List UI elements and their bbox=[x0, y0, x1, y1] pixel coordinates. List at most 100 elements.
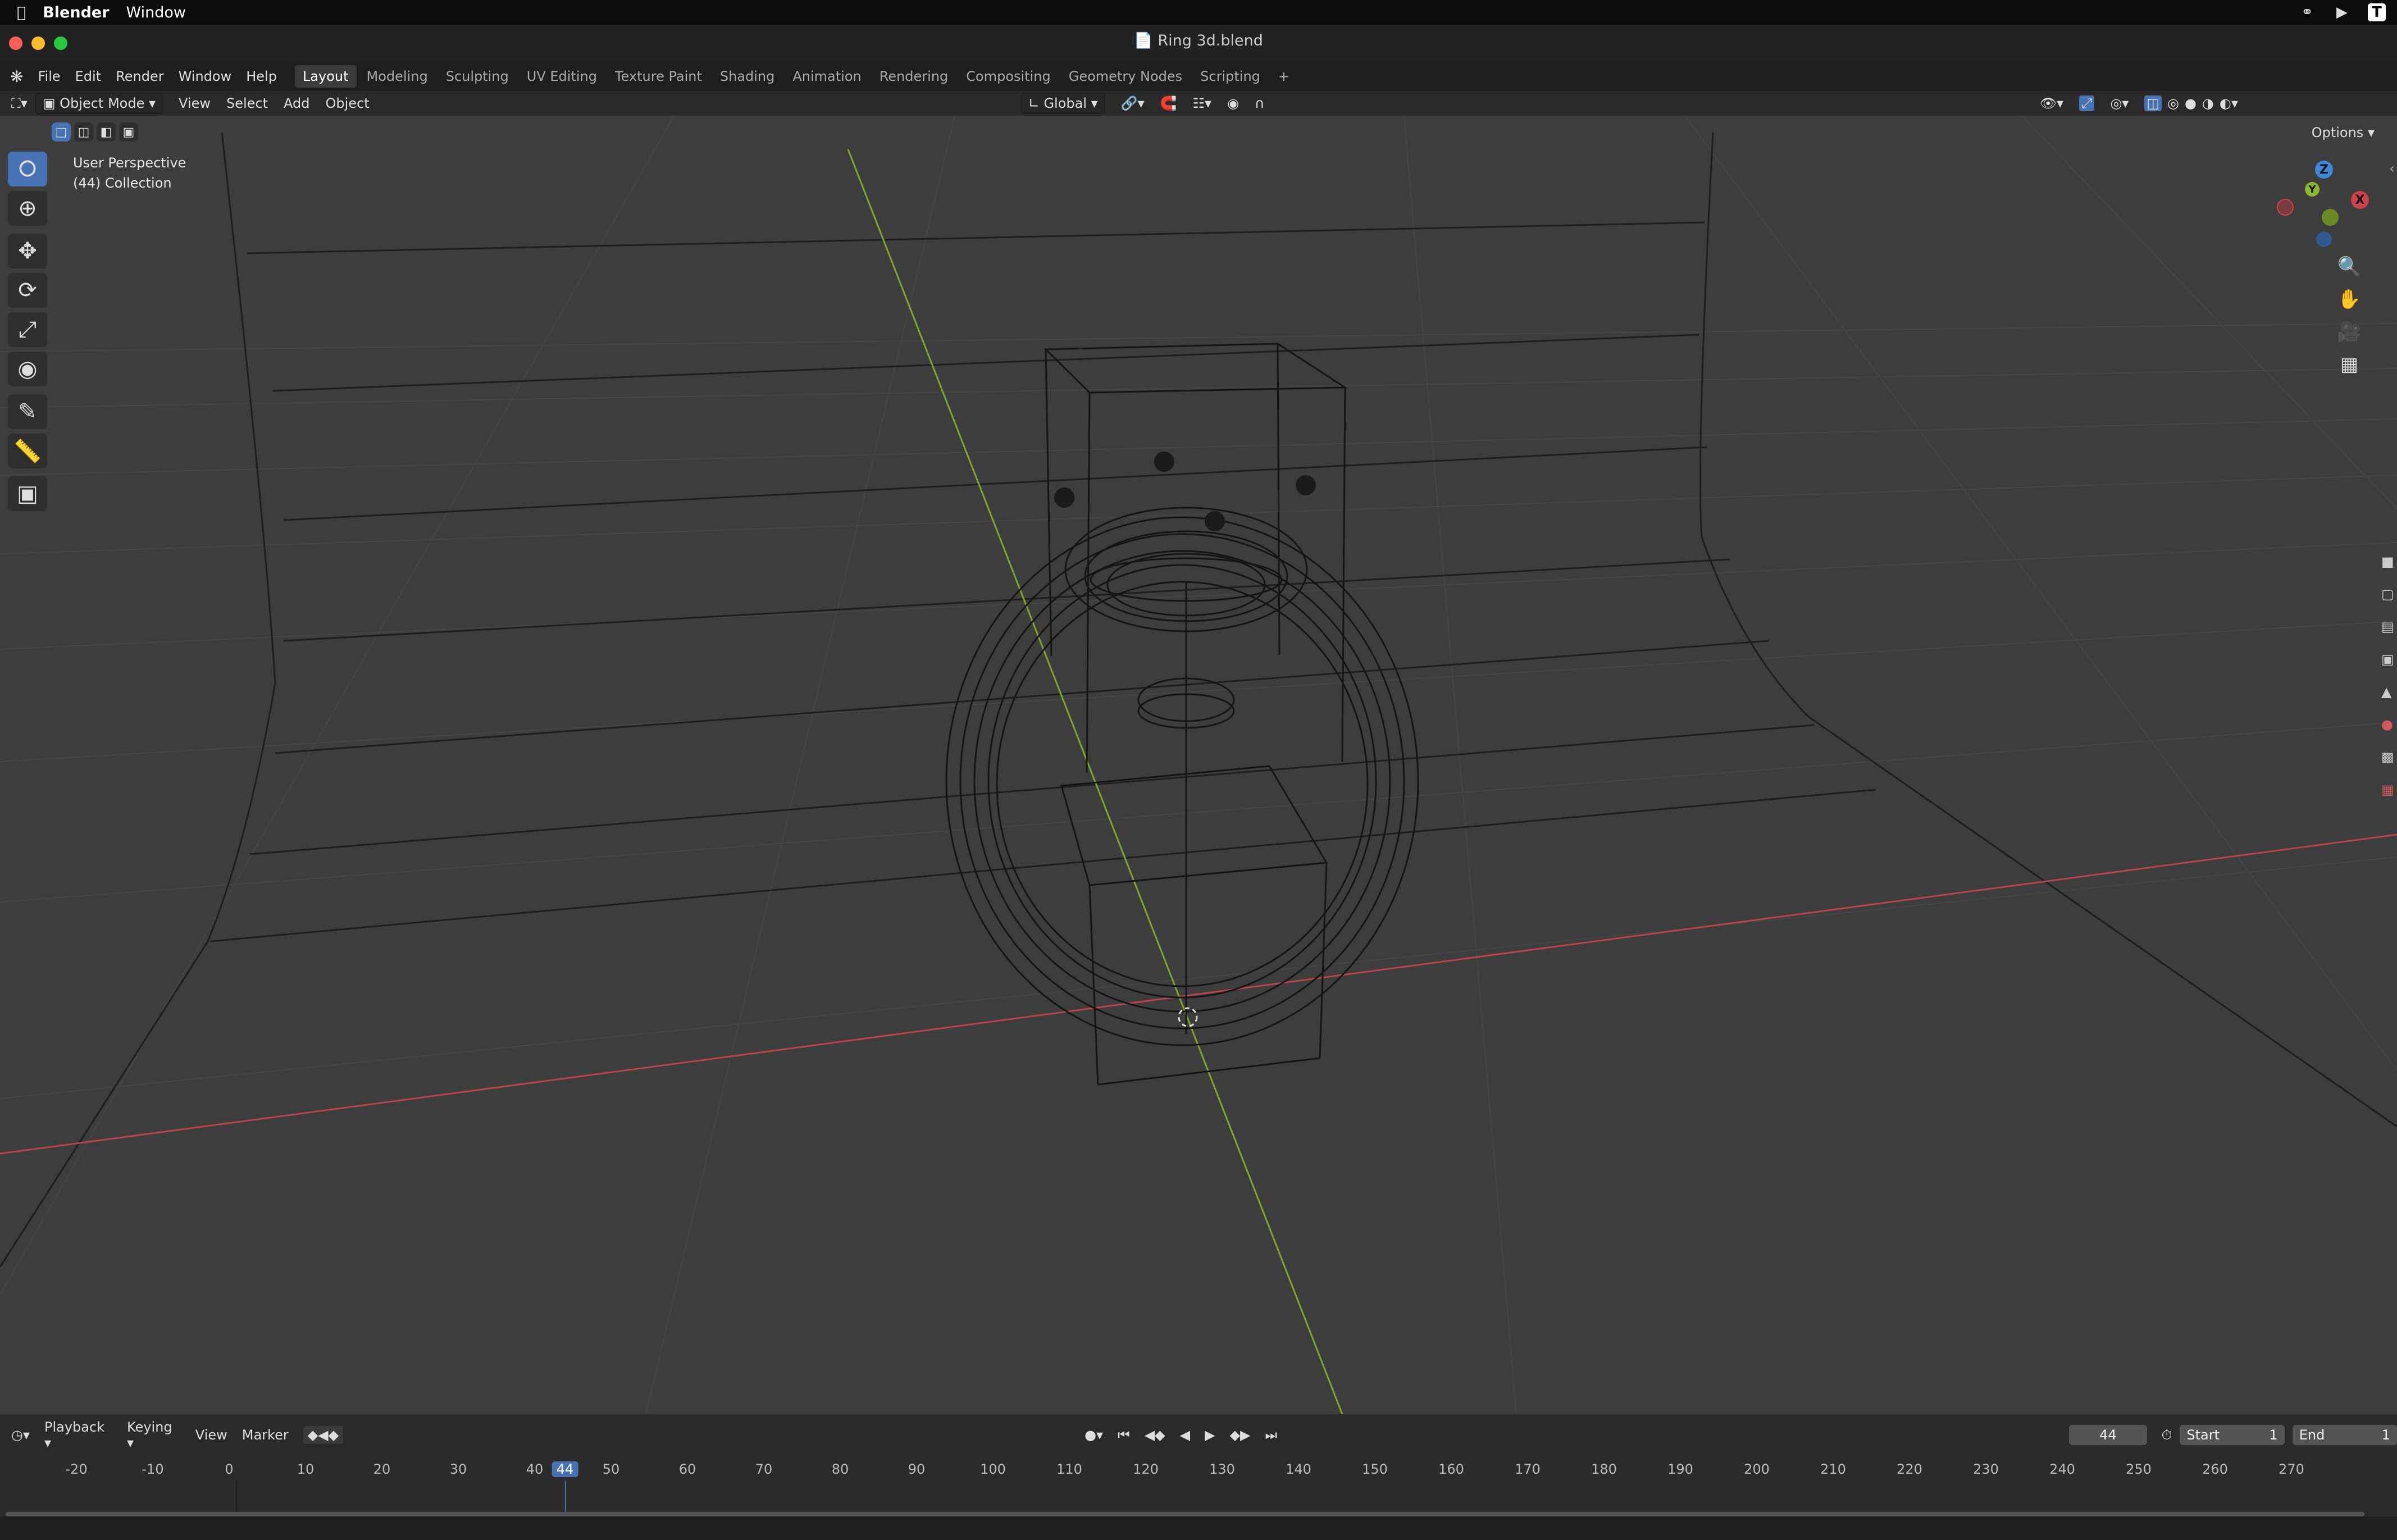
material-shading-icon[interactable]: ◑ bbox=[2202, 95, 2214, 111]
tab-texture-paint[interactable]: Texture Paint bbox=[607, 65, 710, 88]
gizmo-neg-y[interactable] bbox=[2322, 209, 2339, 226]
tab-uv-editing[interactable]: UV Editing bbox=[519, 65, 605, 88]
start-frame-field[interactable]: Start 1 bbox=[2180, 1425, 2285, 1445]
cursor-tool-icon[interactable]: ⊕ bbox=[8, 191, 47, 226]
menu-file[interactable]: File bbox=[38, 69, 60, 84]
camera-view-icon[interactable]: 🎥 bbox=[2333, 316, 2366, 348]
pivot-icon[interactable]: 🔗▾ bbox=[1121, 95, 1145, 111]
select-extend-icon[interactable]: ◫ bbox=[74, 122, 93, 142]
jump-start-button[interactable]: ⏮ bbox=[1118, 1427, 1130, 1443]
window-menu[interactable]: Window bbox=[126, 4, 186, 21]
output-tab-icon[interactable]: ▤ bbox=[2381, 619, 2397, 635]
tool-tab-icon[interactable]: ■ bbox=[2381, 554, 2397, 569]
pan-hand-icon[interactable]: ✋ bbox=[2333, 283, 2366, 316]
rotate-tool-icon[interactable]: ⟳ bbox=[8, 273, 47, 308]
xray-toggle-icon[interactable]: ◫ bbox=[2144, 95, 2162, 111]
proportional-editing-icon[interactable]: ◉ bbox=[1227, 95, 1239, 111]
measure-tool-icon[interactable]: 📏 bbox=[8, 434, 47, 468]
tab-animation[interactable]: Animation bbox=[785, 65, 869, 88]
gizmo-z-axis[interactable]: Z bbox=[2315, 161, 2333, 179]
jump-end-button[interactable]: ⏭ bbox=[1265, 1427, 1277, 1443]
prev-keyframe-button[interactable]: ◀◆ bbox=[1145, 1427, 1165, 1443]
gizmo-neg-z[interactable] bbox=[2316, 231, 2332, 247]
editor-type-icon[interactable]: ⛶▾ bbox=[11, 95, 28, 111]
timeline-editor-type-icon[interactable]: ◷▾ bbox=[11, 1427, 30, 1443]
solid-shading-icon[interactable]: ● bbox=[2185, 95, 2197, 111]
play-button[interactable]: ▶ bbox=[1205, 1427, 1215, 1443]
menu-timeline-view[interactable]: View bbox=[195, 1427, 227, 1443]
tab-compositing[interactable]: Compositing bbox=[958, 65, 1058, 88]
select-new-icon[interactable]: □ bbox=[52, 122, 71, 142]
navigation-gizmo[interactable]: Z Y X bbox=[2269, 161, 2370, 250]
mode-dropdown[interactable]: ▣ Object Mode ▾ bbox=[35, 93, 163, 114]
blender-logo-icon[interactable]: ❋ bbox=[10, 67, 23, 86]
menu-playback[interactable]: Playback ▾ bbox=[44, 1419, 112, 1451]
view-layer-tab-icon[interactable]: ▣ bbox=[2381, 651, 2397, 667]
menu-view[interactable]: View bbox=[179, 95, 211, 111]
play-reverse-button[interactable]: ◀ bbox=[1180, 1427, 1190, 1443]
select-intersect-icon[interactable]: ▣ bbox=[119, 122, 138, 142]
app-menu[interactable]: Blender bbox=[43, 4, 109, 21]
add-cube-tool-icon[interactable]: ▣ bbox=[8, 476, 47, 511]
zoom-icon[interactable]: 🔍 bbox=[2333, 250, 2366, 283]
menu-help[interactable]: Help bbox=[246, 69, 277, 84]
gizmo-toggle-icon[interactable]: ⤢ bbox=[2079, 95, 2095, 111]
collection-tab-icon[interactable]: ▩ bbox=[2381, 749, 2397, 765]
scale-tool-icon[interactable]: ⤢ bbox=[8, 312, 47, 347]
texture-tab-icon[interactable]: ▦ bbox=[2381, 782, 2397, 798]
next-keyframe-button[interactable]: ◆▶ bbox=[1230, 1427, 1251, 1443]
visibility-icon[interactable]: 👁▾ bbox=[2040, 95, 2064, 111]
menu-window[interactable]: Window bbox=[179, 69, 232, 84]
select-subtract-icon[interactable]: ◧ bbox=[97, 122, 116, 142]
menu-render[interactable]: Render bbox=[116, 69, 163, 84]
scene-tab-icon[interactable]: ▲ bbox=[2381, 684, 2397, 700]
tab-geometry-nodes[interactable]: Geometry Nodes bbox=[1061, 65, 1190, 88]
apple-icon[interactable]:  bbox=[17, 4, 26, 21]
options-dropdown[interactable]: Options ▾ bbox=[2312, 125, 2375, 140]
add-workspace-button[interactable]: + bbox=[1270, 65, 1297, 88]
current-frame-field[interactable]: 44 bbox=[2069, 1425, 2147, 1445]
snap-icon[interactable]: 🧲 bbox=[1160, 95, 1177, 111]
end-frame-field[interactable]: End 1 bbox=[2292, 1425, 2397, 1445]
perspective-toggle-icon[interactable]: ▦ bbox=[2333, 348, 2366, 381]
3d-viewport[interactable]: User Perspective (44) Collection □ ◫ ◧ ▣… bbox=[0, 116, 2397, 1414]
world-tab-icon[interactable]: ● bbox=[2381, 717, 2397, 732]
ring-wireframe[interactable] bbox=[945, 343, 1419, 1086]
menu-keying[interactable]: Keying ▾ bbox=[127, 1419, 181, 1451]
tab-modeling[interactable]: Modeling bbox=[359, 65, 436, 88]
falloff-icon[interactable]: ∩ bbox=[1255, 95, 1265, 111]
playhead-line[interactable] bbox=[565, 1480, 566, 1516]
menu-edit[interactable]: Edit bbox=[75, 69, 101, 84]
menu-select[interactable]: Select bbox=[226, 95, 268, 111]
gizmo-neg-x[interactable] bbox=[2277, 199, 2294, 216]
menu-object[interactable]: Object bbox=[326, 95, 370, 111]
overlay-toggle-icon[interactable]: ◎▾ bbox=[2110, 95, 2129, 111]
keyframe-icons[interactable]: ◆◀◆ bbox=[303, 1426, 344, 1444]
select-box-tool-icon[interactable]: ⭘ bbox=[8, 152, 47, 186]
annotate-tool-icon[interactable]: ✎ bbox=[8, 394, 47, 429]
stopwatch-icon[interactable]: ⏱ bbox=[2162, 1427, 2172, 1443]
wireframe-shading-icon[interactable]: ◎ bbox=[2167, 95, 2179, 111]
transform-tool-icon[interactable]: ◉ bbox=[8, 352, 47, 386]
gizmo-x-axis[interactable]: X bbox=[2351, 191, 2369, 209]
play-circle-icon[interactable]: ▶ bbox=[2333, 3, 2351, 21]
menu-add[interactable]: Add bbox=[284, 95, 309, 111]
tab-sculpting[interactable]: Sculpting bbox=[438, 65, 517, 88]
sidebar-toggle-icon[interactable]: ‹ bbox=[2389, 161, 2395, 176]
tab-layout[interactable]: Layout bbox=[294, 65, 357, 88]
rendered-shading-icon[interactable]: ◐▾ bbox=[2220, 95, 2238, 111]
menu-marker[interactable]: Marker bbox=[242, 1427, 289, 1443]
tab-scripting[interactable]: Scripting bbox=[1192, 65, 1268, 88]
tab-rendering[interactable]: Rendering bbox=[872, 65, 956, 88]
gizmo-y-axis[interactable]: Y bbox=[2305, 182, 2319, 197]
timeline-scrollbar[interactable] bbox=[6, 1512, 2364, 1516]
playhead-frame[interactable]: 44 bbox=[552, 1461, 578, 1477]
move-tool-icon[interactable]: ✥ bbox=[8, 234, 47, 268]
tab-shading[interactable]: Shading bbox=[712, 65, 783, 88]
text-t-icon[interactable]: T bbox=[2368, 3, 2386, 21]
timeline-body[interactable]: -20 -10 0 10 20 30 40 44 50 60 70 80 90 … bbox=[0, 1456, 2397, 1516]
record-button[interactable]: ●▾ bbox=[1084, 1427, 1103, 1443]
transform-orientation-dropdown[interactable]: ∟ Global ▾ bbox=[1020, 93, 1105, 114]
snap-target-icon[interactable]: ☷▾ bbox=[1193, 95, 1212, 111]
creative-cloud-icon[interactable]: ⚭ bbox=[2298, 3, 2316, 21]
